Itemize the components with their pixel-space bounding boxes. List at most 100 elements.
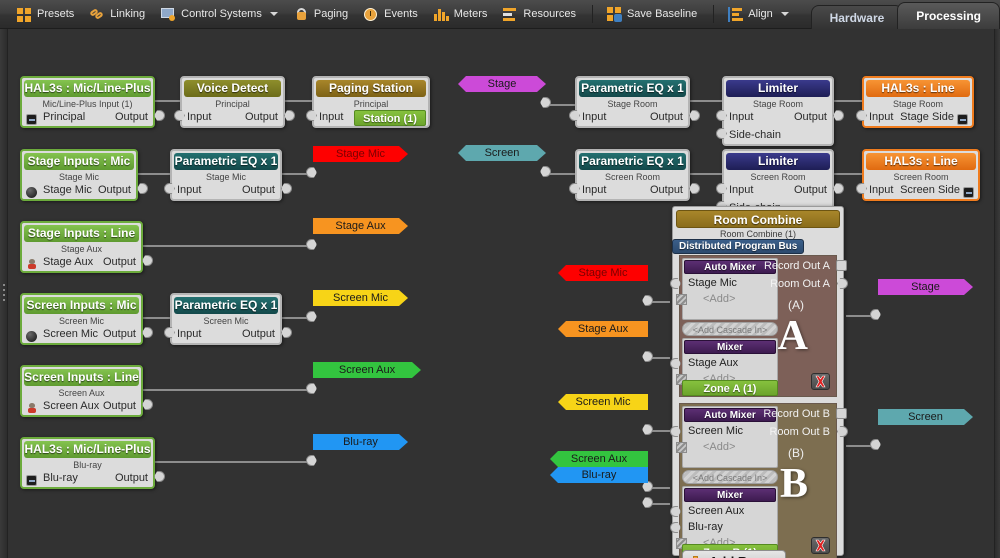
block-parametric-eq-screen-room[interactable]: Parametric EQ x 1 Screen Room Input Outp… (569, 149, 700, 201)
port-in-label[interactable]: Input (177, 328, 201, 340)
toolbar-save-baseline-button[interactable]: Save Baseline (600, 3, 704, 25)
pill-connector-nub[interactable] (540, 97, 551, 108)
pill-screen-out-top[interactable]: Screen (458, 145, 546, 161)
output-connector-nub[interactable] (142, 327, 153, 338)
block-voice-detect-principal[interactable]: Voice Detect Principal Input Output (174, 76, 295, 128)
pill-stage-aux-dest[interactable]: Stage Aux (313, 218, 408, 234)
pill-connector-nub[interactable] (306, 239, 317, 250)
zone-b-mixer-input-nub-2[interactable] (670, 522, 681, 533)
port-out-label[interactable]: Output (794, 111, 827, 123)
zone-a-room-out-label[interactable]: Room Out A (770, 278, 830, 290)
output-connector-nub[interactable] (689, 183, 700, 194)
zone-a[interactable]: Auto Mixer Stage Mic <Add> <Add Cascade … (670, 255, 848, 397)
zone-a-mixer-row-0[interactable]: Stage Aux (683, 355, 777, 371)
port-out-label[interactable]: Output (103, 256, 136, 268)
port-sidechain-label[interactable]: Side-chain (729, 129, 781, 141)
toolbar-align-button[interactable]: Align (721, 3, 795, 25)
pill-connector-nub[interactable] (540, 166, 551, 177)
tab-hardware[interactable]: Hardware (810, 5, 904, 29)
port-in-label[interactable]: Input (177, 184, 201, 196)
pill-connector-nub[interactable] (306, 383, 317, 394)
pill-connector-nub[interactable] (306, 167, 317, 178)
block-parametric-eq-screen-mic[interactable]: Parametric EQ x 1 Screen Mic Input Outpu… (164, 293, 292, 345)
zone-b-auto-mixer-row-1[interactable]: <Add> (683, 439, 777, 455)
pill-connector-nub[interactable] (870, 439, 881, 450)
port-out-label[interactable]: Output (115, 111, 148, 123)
port-in-label[interactable]: Input (319, 111, 343, 123)
output-connector-nub[interactable] (137, 183, 148, 194)
pill-bluray-src[interactable]: Blu-ray (550, 467, 648, 483)
pill-stage-aux-src[interactable]: Stage Aux (558, 321, 648, 337)
port-out-label[interactable]: Output (103, 328, 136, 340)
block-parametric-eq-stage-mic[interactable]: Parametric EQ x 1 Stage Mic Input Output (164, 149, 292, 201)
zone-b-add-cascade-in[interactable]: <Add Cascade In> (682, 470, 778, 484)
toolbar-control-systems-button[interactable]: Control Systems (154, 3, 285, 25)
pill-stage-out-top[interactable]: Stage (458, 76, 546, 92)
zone-b[interactable]: Auto Mixer Screen Mic <Add> <Add Cascade… (670, 403, 848, 558)
pill-screen-roomout-b[interactable]: Screen (878, 409, 973, 425)
zone-a-auto-mixer-row-0[interactable]: Stage Mic (683, 275, 777, 291)
zone-a-auto-mixer-row-1[interactable]: <Add> (683, 291, 777, 307)
pill-connector-nub[interactable] (306, 311, 317, 322)
output-connector-nub[interactable] (833, 110, 844, 121)
zone-a-auto-mixer-input-nub[interactable] (670, 278, 681, 289)
output-connector-nub[interactable] (689, 110, 700, 121)
pill-stage-mic-dest[interactable]: Stage Mic (313, 146, 408, 162)
port-out-label[interactable]: Output (794, 184, 827, 196)
zone-b-add-input-hatch[interactable] (676, 442, 687, 453)
zone-b-room-out-nub[interactable] (837, 426, 848, 437)
zone-b-mixer-row-0[interactable]: Screen Aux (683, 503, 777, 519)
port-in-label[interactable]: Input (729, 184, 753, 196)
port-out-label[interactable]: Output (242, 328, 275, 340)
paging-station-button[interactable]: Station (1) (354, 110, 426, 126)
zone-b-mixer-row-1[interactable]: Blu-ray (683, 519, 777, 535)
block-stage-inputs-mic[interactable]: Stage Inputs : Mic Stage Mic Stage Mic O… (20, 149, 148, 201)
block-parametric-eq-stage-room[interactable]: Parametric EQ x 1 Stage Room Input Outpu… (569, 76, 700, 128)
room-combine-panel[interactable]: Room Combine Room Combine (1) Distribute… (670, 206, 848, 558)
zone-b-delete-button[interactable] (811, 537, 830, 554)
pill-connector-nub[interactable] (642, 351, 653, 362)
port-out-label[interactable]: Output (98, 184, 131, 196)
pill-screen-aux-dest[interactable]: Screen Aux (313, 362, 421, 378)
block-hal3s-mic-line-plus-bluray[interactable]: HAL3s : Mic/Line-Plus Blu-ray Blu-ray Ou… (20, 437, 165, 489)
pill-stage-mic-src[interactable]: Stage Mic (558, 265, 648, 281)
pill-connector-nub[interactable] (306, 455, 317, 466)
pill-screen-mic-dest[interactable]: Screen Mic (313, 290, 408, 306)
port-in-label[interactable]: Stage Aux (27, 256, 93, 268)
distributed-program-bus-badge[interactable]: Distributed Program Bus (672, 239, 805, 254)
port-in-label[interactable]: Input (582, 111, 606, 123)
toolbar-events-button[interactable]: Events (357, 3, 425, 25)
output-connector-nub[interactable] (154, 471, 165, 482)
pill-screen-mic-src[interactable]: Screen Mic (558, 394, 648, 410)
port-out-label[interactable]: Output (103, 400, 136, 412)
zone-b-room-out-label[interactable]: Room Out B (769, 426, 830, 438)
block-limiter-stage-room[interactable]: Limiter Stage Room Input Output Side-cha… (716, 76, 844, 146)
pill-connector-nub[interactable] (642, 424, 653, 435)
port-in-label[interactable]: Screen Mic (27, 328, 98, 340)
block-hal3s-mic-line-plus-principal[interactable]: HAL3s : Mic/Line-Plus Mic/Line-Plus Inpu… (20, 76, 165, 128)
right-splitter-handle[interactable] (994, 29, 1000, 558)
zone-a-room-out-nub[interactable] (837, 278, 848, 289)
port-in-label[interactable]: Input (187, 111, 211, 123)
output-connector-nub[interactable] (142, 399, 153, 410)
pill-connector-nub[interactable] (870, 309, 881, 320)
port-out-label[interactable]: Screen Side (900, 184, 960, 196)
port-in-label[interactable]: Input (729, 111, 753, 123)
zone-b-record-out-nub[interactable] (836, 408, 847, 419)
port-in-label[interactable]: Input (869, 184, 893, 196)
zone-a-record-out-label[interactable]: Record Out A (764, 260, 830, 272)
block-paging-station-principal[interactable]: Paging Station Principal Input Station (… (306, 76, 433, 131)
pill-connector-nub[interactable] (642, 295, 653, 306)
port-in-label[interactable]: Blu-ray (27, 472, 78, 484)
output-connector-nub[interactable] (154, 110, 165, 121)
zone-b-mixer[interactable]: Mixer Screen Aux Blu-ray <Add> (682, 486, 778, 552)
output-connector-nub[interactable] (142, 255, 153, 266)
output-connector-nub[interactable] (833, 183, 844, 194)
output-connector-nub[interactable] (281, 327, 292, 338)
port-in-label[interactable]: Input (582, 184, 606, 196)
output-connector-nub[interactable] (284, 110, 295, 121)
port-out-label[interactable]: Output (115, 472, 148, 484)
toolbar-resources-button[interactable]: Resources (496, 3, 583, 25)
zone-b-record-out-label[interactable]: Record Out B (763, 408, 830, 420)
zone-a-add-input-hatch[interactable] (676, 294, 687, 305)
